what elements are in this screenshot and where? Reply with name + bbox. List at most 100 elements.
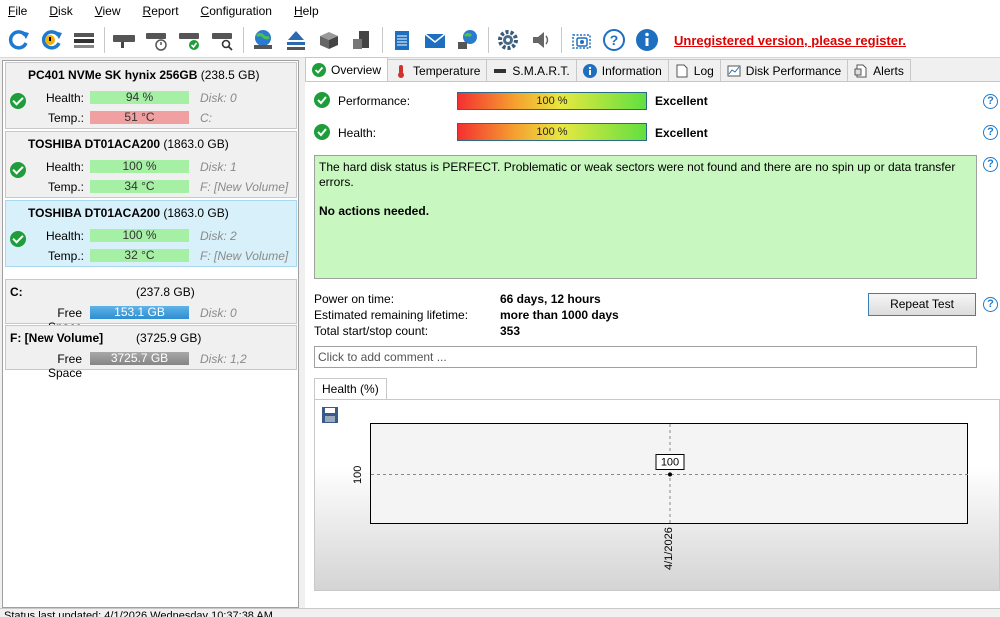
disk-list-icon[interactable] [70,26,98,54]
health-bar: 100 % [90,160,189,173]
toolbar-separator [561,26,562,53]
disk-number: Disk: 2 [200,229,237,243]
speaker-icon[interactable] [527,26,555,54]
help-icon[interactable]: ? [983,157,998,172]
comment-input[interactable]: Click to add comment ... [314,346,977,368]
gear-icon[interactable] [494,26,522,54]
unregistered-link[interactable]: Unregistered version, please register. [674,33,906,48]
help-icon[interactable]: ? [983,125,998,140]
menu-help[interactable]: Help [288,0,325,22]
temp-bar: 51 °C [90,111,189,124]
tab-smart[interactable]: S.M.A.R.T. [486,59,577,81]
startstop-label: Total start/stop count: [314,324,429,338]
volume-disk-number: Disk: 1,2 [200,352,247,366]
power-on-label: Power on time: [314,292,395,306]
info-icon [582,63,597,78]
health-label: Health: [45,91,84,105]
tab-label: Log [693,63,714,78]
disk-card-1[interactable]: TOSHIBA DT01ACA200 (1863.0 GB) Health: 1… [5,131,297,198]
tab-alerts[interactable]: Alerts [847,59,911,81]
startstop-value: 353 [500,324,521,338]
tab-label: Overview [331,62,382,77]
check-icon [10,231,26,247]
screenshot-icon[interactable] [567,26,595,54]
status-message-box: The hard disk status is PERFECT. Problem… [314,155,977,279]
menu-disk[interactable]: Disk [43,0,78,22]
disk-search-icon[interactable] [209,26,237,54]
globe-disk-icon[interactable] [249,26,277,54]
temp-label: Temp.: [47,111,84,125]
action-text: No actions needed. [319,204,430,218]
refresh-icon[interactable] [4,26,32,54]
disk-name: TOSHIBA DT01ACA200 [28,137,161,151]
thermometer-icon [398,64,405,78]
lifetime-label: Estimated remaining lifetime: [314,308,469,322]
chart-icon [727,65,741,76]
tab-label: Information [601,63,662,78]
toolbar-separator [382,26,383,53]
menu-report[interactable]: Report [137,0,185,22]
disk-card-0[interactable]: PC401 NVMe SK hynix 256GB (238.5 GB) Hea… [5,62,297,129]
network-icon[interactable] [454,26,482,54]
tab-temperature[interactable]: Temperature [387,59,488,81]
info-icon[interactable] [633,26,661,54]
document-icon [676,64,688,77]
volume-card-0[interactable]: C: (237.8 GB) Free Space 153.1 GB Disk: … [5,279,297,334]
health-label: Health: [45,160,84,174]
disk-check-icon[interactable] [176,26,204,54]
disk-number: Disk: 0 [200,91,237,105]
server-icon[interactable] [348,26,376,54]
disk-icon[interactable] [110,26,138,54]
status-bar: Status last updated: 4/1/2026 Wednesday … [0,608,1000,617]
volume-size: (3725.9 GB) [136,331,202,345]
check-icon [10,162,26,178]
save-icon[interactable] [321,406,339,424]
email-icon[interactable] [421,26,449,54]
menu-view[interactable]: View [89,0,127,22]
data-label: 100 [661,457,679,469]
package-icon[interactable] [315,26,343,54]
status-text: The hard disk status is PERFECT. Problem… [319,160,956,189]
help-icon[interactable]: ? [983,94,998,109]
health-meter: 100 % [457,123,647,141]
volume-card-1[interactable]: F: [New Volume] (3725.9 GB) Free Space 3… [5,325,297,380]
disk-card-2[interactable]: TOSHIBA DT01ACA200 (1863.0 GB) Health: 1… [5,200,297,267]
disk-size: (1863.0 GB) [163,137,229,151]
check-icon [10,93,26,109]
check-icon [314,124,330,140]
health-label: Health: [338,126,377,140]
x-tick-label: 4/1/2026 [663,527,675,570]
menu-configuration[interactable]: Configuration [195,0,278,22]
tab-disk-performance[interactable]: Disk Performance [719,59,849,81]
tab-label: Disk Performance [745,63,842,78]
tab-log[interactable]: Log [667,59,721,81]
disk-name: PC401 NVMe SK hynix 256GB [28,68,198,82]
volume-size: (237.8 GB) [136,285,195,299]
help-icon[interactable]: ? [600,26,628,54]
tab-information[interactable]: Information [575,59,669,81]
disk-title: TOSHIBA DT01ACA200 (1863.0 GB) [28,137,229,151]
check-icon [312,62,326,77]
performance-meter: 100 % [457,92,647,110]
menu-bar: File Disk View Report Configuration Help [0,0,1000,22]
data-point [668,472,672,477]
check-icon [314,92,330,108]
tab-label: S.M.A.R.T. [512,63,570,78]
svg-text:?: ? [610,32,619,48]
tab-overview[interactable]: Overview [305,57,389,81]
y-tick-label: 100 [352,465,364,484]
tab-health-chart[interactable]: Health (%) [314,378,387,400]
chart-svg: 100 [371,424,969,525]
disk-clock-icon[interactable] [143,26,171,54]
help-icon[interactable]: ? [983,297,998,312]
refresh-warning-icon[interactable] [37,26,65,54]
disk-size: (1863.0 GB) [163,206,229,220]
health-label: Health: [45,229,84,243]
notepad-icon[interactable] [388,26,416,54]
health-grade: Excellent [655,126,708,140]
menu-file[interactable]: File [2,0,33,22]
repeat-test-button[interactable]: Repeat Test [868,293,976,316]
free-space-bar: 3725.7 GB [90,352,189,365]
health-bar: 94 % [90,91,189,104]
eject-icon[interactable] [282,26,310,54]
